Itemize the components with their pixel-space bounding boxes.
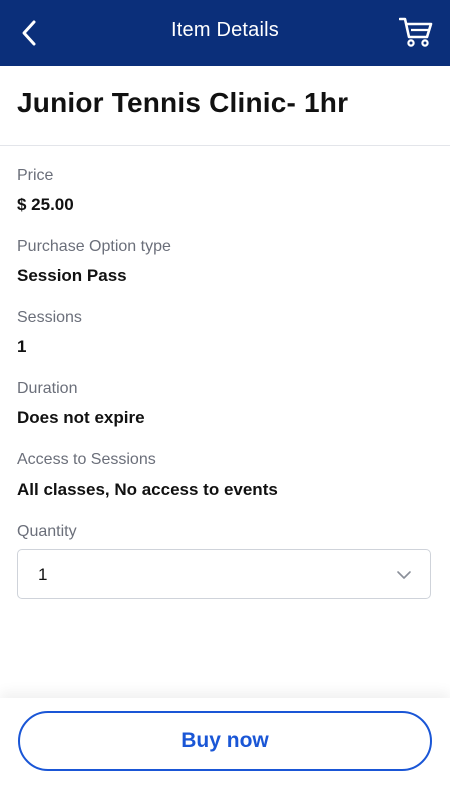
purchase-option-label: Purchase Option type [17, 238, 171, 255]
bottom-action-bar: Buy now [0, 698, 450, 800]
sessions-value: 1 [17, 337, 27, 356]
sessions-label: Sessions [17, 309, 82, 326]
buy-now-button[interactable]: Buy now [18, 711, 432, 771]
page-title: Item Details [171, 19, 279, 41]
access-label: Access to Sessions [17, 451, 156, 468]
quantity-select[interactable]: 1 [17, 549, 431, 599]
price-label: Price [17, 167, 54, 184]
access-value: All classes, No access to events [17, 480, 278, 499]
item-title: Junior Tennis Clinic- 1hr [17, 87, 349, 118]
chevron-down-icon [397, 571, 411, 579]
shopping-cart-icon [399, 17, 433, 47]
cart-button[interactable] [396, 12, 436, 52]
quantity-label: Quantity [17, 523, 77, 540]
purchase-option-value: Session Pass [17, 266, 127, 285]
top-app-bar: Item Details [0, 0, 450, 66]
duration-value: Does not expire [17, 408, 145, 427]
price-value: $ 25.00 [17, 195, 74, 214]
divider [0, 145, 450, 146]
duration-label: Duration [17, 380, 78, 397]
quantity-selected-value: 1 [38, 565, 48, 584]
